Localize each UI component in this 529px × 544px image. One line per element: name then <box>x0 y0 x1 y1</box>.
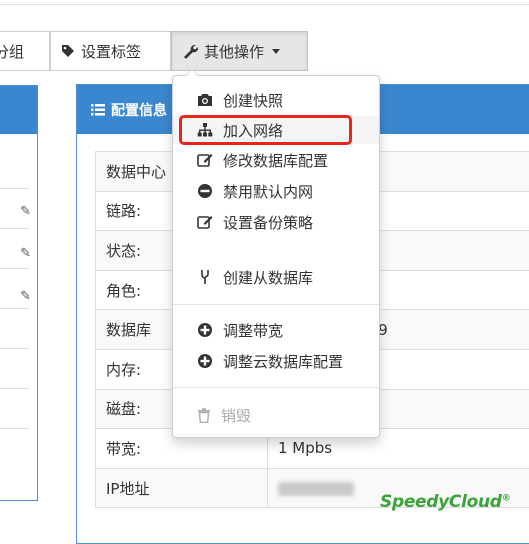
menu-item-label: 调整云数据库配置 <box>223 351 343 372</box>
group-button[interactable]: 分组 <box>0 31 50 71</box>
menu-item-label: 创建从数据库 <box>223 267 313 288</box>
menu-item-disable-default-intranet[interactable]: 禁用默认内网 <box>173 177 379 205</box>
plus-circle-icon <box>197 353 213 369</box>
menu-item-adjust-bandwidth[interactable]: 调整带宽 <box>173 316 379 344</box>
menu-item-label: 设置备份策略 <box>223 212 313 233</box>
left-row-divider <box>0 428 29 429</box>
menu-item-label: 修改数据库配置 <box>223 150 328 171</box>
left-row-divider <box>0 268 29 269</box>
fork-icon <box>197 269 213 285</box>
edit-icon[interactable]: ✎ <box>20 246 31 261</box>
set-tag-button[interactable]: 设置标签 <box>50 31 171 71</box>
menu-item-adjust-cloud-db-config[interactable]: 调整云数据库配置 <box>173 347 379 375</box>
menu-divider <box>173 387 379 388</box>
edit-icon <box>197 214 213 230</box>
menu-item-create-snapshot[interactable]: 创建快照 <box>173 86 379 114</box>
left-row-divider <box>0 188 29 189</box>
list-icon <box>91 104 105 116</box>
menu-item-set-backup-policy[interactable]: 设置备份策略 <box>173 208 379 236</box>
logo-mark: ® <box>502 493 511 503</box>
edit-icon[interactable]: ✎ <box>20 289 31 304</box>
speedycloud-logo: SpeedyCloud® <box>380 492 510 512</box>
menu-divider <box>173 304 379 305</box>
camera-icon <box>197 93 213 107</box>
left-row-divider <box>0 388 29 389</box>
highlight-box <box>179 115 352 145</box>
tag-icon <box>61 44 75 58</box>
config-panel-title: 配置信息 <box>111 100 167 120</box>
left-row-divider <box>0 308 29 309</box>
more-actions-label: 其他操作 <box>204 41 264 62</box>
minus-circle-icon <box>197 183 213 199</box>
group-button-label: 分组 <box>0 41 24 62</box>
ip-redacted <box>278 482 354 496</box>
menu-item-label: 禁用默认内网 <box>223 181 313 202</box>
menu-item-modify-db-config[interactable]: 修改数据库配置 <box>173 146 379 174</box>
edit-icon[interactable]: ✎ <box>20 204 31 219</box>
set-tag-label: 设置标签 <box>81 41 141 62</box>
edit-icon <box>197 152 213 168</box>
logo-text: SpeedyCloud <box>380 492 502 512</box>
left-row-divider <box>0 228 29 229</box>
menu-item-label: 销毁 <box>221 405 251 426</box>
caret-down-icon <box>272 49 280 54</box>
left-row-divider <box>0 348 29 349</box>
menu-item-destroy[interactable]: 销毁 <box>173 401 379 429</box>
wrench-icon <box>182 43 198 59</box>
menu-item-label: 创建快照 <box>223 90 283 111</box>
plus-circle-icon <box>197 322 213 338</box>
more-actions-button[interactable]: 其他操作 <box>171 31 308 71</box>
left-panel-header <box>0 86 37 134</box>
row-key: IP地址 <box>96 468 268 508</box>
top-divider <box>0 4 529 5</box>
menu-item-create-replica[interactable]: 创建从数据库 <box>173 263 379 291</box>
menu-item-label: 调整带宽 <box>223 320 283 341</box>
left-panel: ✎ ✎ ✎ <box>0 85 38 501</box>
trash-icon <box>197 408 211 423</box>
